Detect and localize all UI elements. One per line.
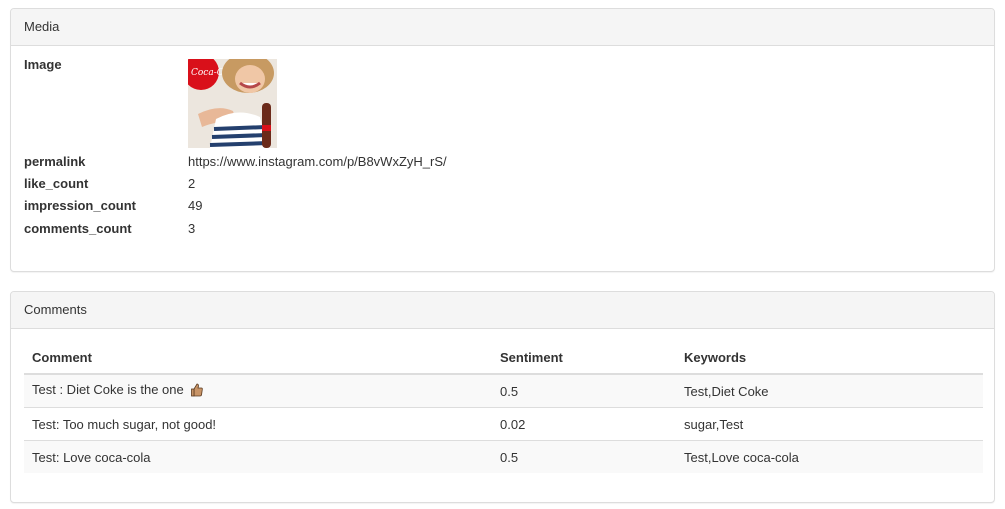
comment-column-header: Comment [24,342,492,375]
comment-cell: Test: Too much sugar, not good! [24,407,492,441]
permalink-row: permalink https://www.instagram.com/p/B8… [24,151,447,171]
media-panel-heading: Media [11,9,994,46]
impression-count-row: impression_count 49 [24,195,202,215]
comments-count-label: comments_count [24,220,132,236]
comment-text: Test : Diet Coke is the one [32,382,184,398]
media-panel: Media Image Coca-Cola permalink https://… [10,8,995,272]
sentiment-column-header: Sentiment [492,342,676,375]
comment-cell: Test : Diet Coke is the one [24,373,492,408]
like-count-label: like_count [24,175,89,191]
like-count-value: 2 [188,175,196,191]
table-row: Test: Too much sugar, not good! 0.02 sug… [24,407,983,441]
image-label: Image [24,57,62,72]
media-thumbnail[interactable]: Coca-Cola [188,59,277,148]
keywords-cell: Test,Diet Coke [676,373,983,408]
comments-count-row: comments_count 3 [24,218,195,238]
table-row: Test : Diet Coke is the one 0.5 Test,Die… [24,373,983,408]
impression-count-value: 49 [188,197,203,213]
permalink-label: permalink [24,153,86,169]
table-header-row: Comment Sentiment Keywords [24,342,983,375]
media-thumbnail-art: Coca-Cola [188,59,277,148]
impression-count-label: impression_count [24,197,136,213]
image-row: Image [24,57,188,77]
comments-panel: Comments Comment Sentiment Keywords Test… [10,291,995,503]
comments-table: Comment Sentiment Keywords Test : Diet C… [24,342,983,473]
sentiment-cell: 0.02 [492,407,676,441]
permalink-value: https://www.instagram.com/p/B8vWxZyH_rS/ [188,153,447,169]
keywords-cell: Test,Love coca-cola [676,440,983,473]
comments-panel-heading: Comments [11,292,994,329]
sentiment-cell: 0.5 [492,440,676,473]
keywords-column-header: Keywords [676,342,983,375]
comment-cell: Test: Love coca-cola [24,440,492,473]
keywords-cell: sugar,Test [676,407,983,441]
like-count-row: like_count 2 [24,173,195,193]
sentiment-cell: 0.5 [492,373,676,408]
comments-count-value: 3 [188,220,196,236]
thumbs-up-icon [191,383,204,400]
table-row: Test: Love coca-cola 0.5 Test,Love coca-… [24,440,983,473]
